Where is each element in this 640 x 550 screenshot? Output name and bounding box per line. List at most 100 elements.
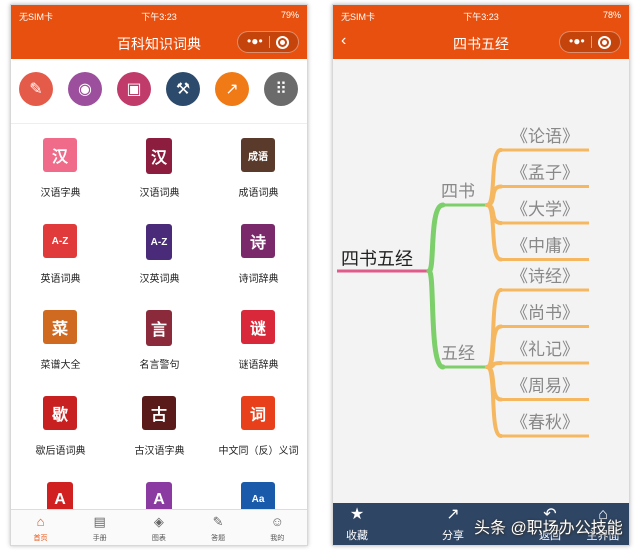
dictionary-item[interactable]: A-Z 英语词典 bbox=[11, 210, 110, 296]
dictionary-item[interactable]: 诗诗词辞典 bbox=[209, 210, 307, 296]
tab-label: 手册 bbox=[92, 535, 107, 542]
close-mini-program-icon[interactable] bbox=[276, 36, 289, 49]
dictionary-item[interactable]: 古古汉语字典 bbox=[110, 382, 209, 468]
bottom-bar-label: 分享 bbox=[442, 530, 464, 542]
tab-label: 我的 bbox=[270, 535, 285, 542]
nav-bar: 百科知识词典 •●• bbox=[11, 25, 307, 59]
capsule-divider bbox=[591, 36, 592, 48]
tab-label: 图表 bbox=[151, 535, 166, 542]
dictionary-label: 古汉语字典 bbox=[134, 446, 185, 457]
mind-map-leaf: 《论语》 bbox=[511, 127, 579, 147]
tab-item[interactable]: ✎ 答题 bbox=[189, 510, 248, 545]
tab-item[interactable]: ▤ 手册 bbox=[70, 510, 129, 545]
dictionary-item[interactable]: 成语 成语词典 bbox=[209, 124, 307, 210]
mind-map-branch: 五经 bbox=[441, 344, 475, 364]
dictionary-label: 歇后语词典 bbox=[35, 446, 86, 457]
bottom-bar-item[interactable]: ★ 收藏 bbox=[335, 505, 379, 543]
bottom-bar-label: 收藏 bbox=[346, 530, 368, 542]
mind-map-leaf: 《春秋》 bbox=[511, 413, 579, 433]
book-glyph: Aa bbox=[251, 493, 265, 505]
dictionary-item[interactable]: 汉汉语词典 bbox=[110, 124, 209, 210]
book-icon: 菜 bbox=[43, 310, 77, 344]
book-icon: 汉 bbox=[43, 138, 77, 172]
more-icon[interactable]: •●• bbox=[247, 34, 263, 48]
dictionary-label: 谜语辞典 bbox=[238, 360, 279, 371]
dictionary-item[interactable]: 言名言警句 bbox=[110, 296, 209, 382]
dictionary-item[interactable]: 汉汉语字典 bbox=[11, 124, 110, 210]
mind-map-leaf: 《大学》 bbox=[511, 200, 579, 220]
person-icon: ☺ bbox=[270, 514, 284, 529]
book-icon: 歇 bbox=[43, 396, 77, 430]
battery-level: 78% bbox=[602, 10, 621, 20]
book-glyph: 词 bbox=[249, 407, 266, 424]
tab-label: 首页 bbox=[33, 535, 48, 542]
mind-map-leaf: 《孟子》 bbox=[511, 164, 579, 184]
home-icon: ⌂ bbox=[36, 514, 45, 529]
mind-map-leaf: 《礼记》 bbox=[511, 340, 579, 360]
book-icon: 谜 bbox=[241, 310, 275, 344]
book-glyph: 成语 bbox=[248, 151, 268, 163]
book-icon: 诗 bbox=[241, 224, 275, 258]
tab-item[interactable]: ◈ 图表 bbox=[129, 510, 188, 545]
dictionary-label: 诗词辞典 bbox=[238, 274, 279, 285]
dictionary-label: 菜谱大全 bbox=[40, 360, 81, 371]
battery-level: 79% bbox=[280, 10, 299, 20]
book-icon: 古 bbox=[142, 396, 176, 430]
book-icon: 成语 bbox=[241, 138, 275, 172]
right-phone-screen: 无SIM卡 下午3:23 78% ‹ 四书五经 •●• 四书五经 四书 《论语》 《孟… bbox=[332, 4, 630, 546]
dictionary-label: 成语词典 bbox=[238, 188, 279, 199]
dictionary-item[interactable]: 歇歇后语词典 bbox=[11, 382, 110, 468]
layers-icon: ◈ bbox=[153, 514, 164, 529]
mini-program-capsule[interactable]: •●• bbox=[559, 31, 621, 53]
close-mini-program-icon[interactable] bbox=[598, 36, 611, 49]
more-icon[interactable]: •●• bbox=[569, 34, 585, 48]
book-glyph: 歇 bbox=[51, 407, 68, 424]
dictionary-item[interactable]: 谜谜语辞典 bbox=[209, 296, 307, 382]
book-icon: A-Z bbox=[43, 224, 77, 258]
mind-map-leaf: 《中庸》 bbox=[511, 237, 579, 257]
dictionary-item[interactable]: 词中文同（反）义词 bbox=[209, 382, 307, 468]
star-icon: ★ bbox=[349, 506, 365, 523]
book-icon: 言 bbox=[146, 310, 172, 346]
capsule-divider bbox=[269, 36, 270, 48]
dictionary-item[interactable]: 菜菜谱大全 bbox=[11, 296, 110, 382]
book-glyph: 菜 bbox=[51, 321, 68, 338]
tab-item[interactable]: ☺ 我的 bbox=[248, 510, 307, 545]
dictionary-label: 汉语字典 bbox=[40, 188, 81, 199]
manual-icon: ▤ bbox=[93, 514, 106, 529]
tools-icon[interactable]: ⚒ bbox=[166, 72, 200, 106]
mini-program-capsule[interactable]: •●• bbox=[237, 31, 299, 53]
mind-map-branch: 四书 bbox=[441, 182, 475, 202]
quiz-icon: ✎ bbox=[212, 514, 224, 529]
user-profile-icon[interactable]: ◉ bbox=[68, 72, 102, 106]
book-glyph: A-Z bbox=[150, 236, 168, 248]
dictionary-item[interactable]: A-Z 汉英词典 bbox=[110, 210, 209, 296]
apps-grid-icon[interactable]: ⠿ bbox=[264, 72, 298, 106]
mind-map: 四书五经 四书 《论语》《孟子》《大学》《中庸》五经 《诗经》《尚书》《礼记》《周易》… bbox=[337, 127, 589, 438]
book-glyph: 汉 bbox=[51, 149, 68, 166]
book-icon: 词 bbox=[241, 396, 275, 430]
book-glyph: 古 bbox=[150, 407, 167, 424]
book-glyph: 诗 bbox=[249, 235, 266, 252]
image-icon[interactable]: ▣ bbox=[117, 72, 151, 106]
share-icon: ↗ bbox=[446, 506, 460, 523]
book-glyph: A-Z bbox=[51, 235, 69, 247]
book-glyph: 谜 bbox=[249, 321, 266, 338]
share-icon[interactable]: ↗ bbox=[215, 72, 249, 106]
mind-map-leaf: 《周易》 bbox=[511, 377, 579, 397]
edit-icon[interactable]: ✎ bbox=[19, 72, 53, 106]
book-glyph: A bbox=[153, 491, 165, 508]
dictionary-label: 名言警句 bbox=[139, 360, 180, 371]
book-icon: A-Z bbox=[146, 224, 172, 260]
dictionary-label: 中文同（反）义词 bbox=[218, 446, 299, 457]
tool-row: ✎ ◉ ▣ ⚒ ↗ ⠿ bbox=[11, 59, 307, 124]
status-time: 下午3:23 bbox=[141, 12, 177, 22]
nav-bar: ‹ 四书五经 •●• bbox=[333, 25, 629, 59]
status-bar: 无SIM卡 下午3:23 78% bbox=[333, 5, 629, 25]
bottom-bar-item[interactable]: ↗ 分享 bbox=[431, 505, 475, 543]
branch-connector bbox=[426, 202, 446, 274]
tab-item[interactable]: ⌂ 首页 bbox=[11, 510, 70, 545]
tab-label: 答题 bbox=[211, 535, 226, 542]
book-icon: 汉 bbox=[146, 138, 172, 174]
dictionary-label: 汉语词典 bbox=[139, 188, 180, 199]
